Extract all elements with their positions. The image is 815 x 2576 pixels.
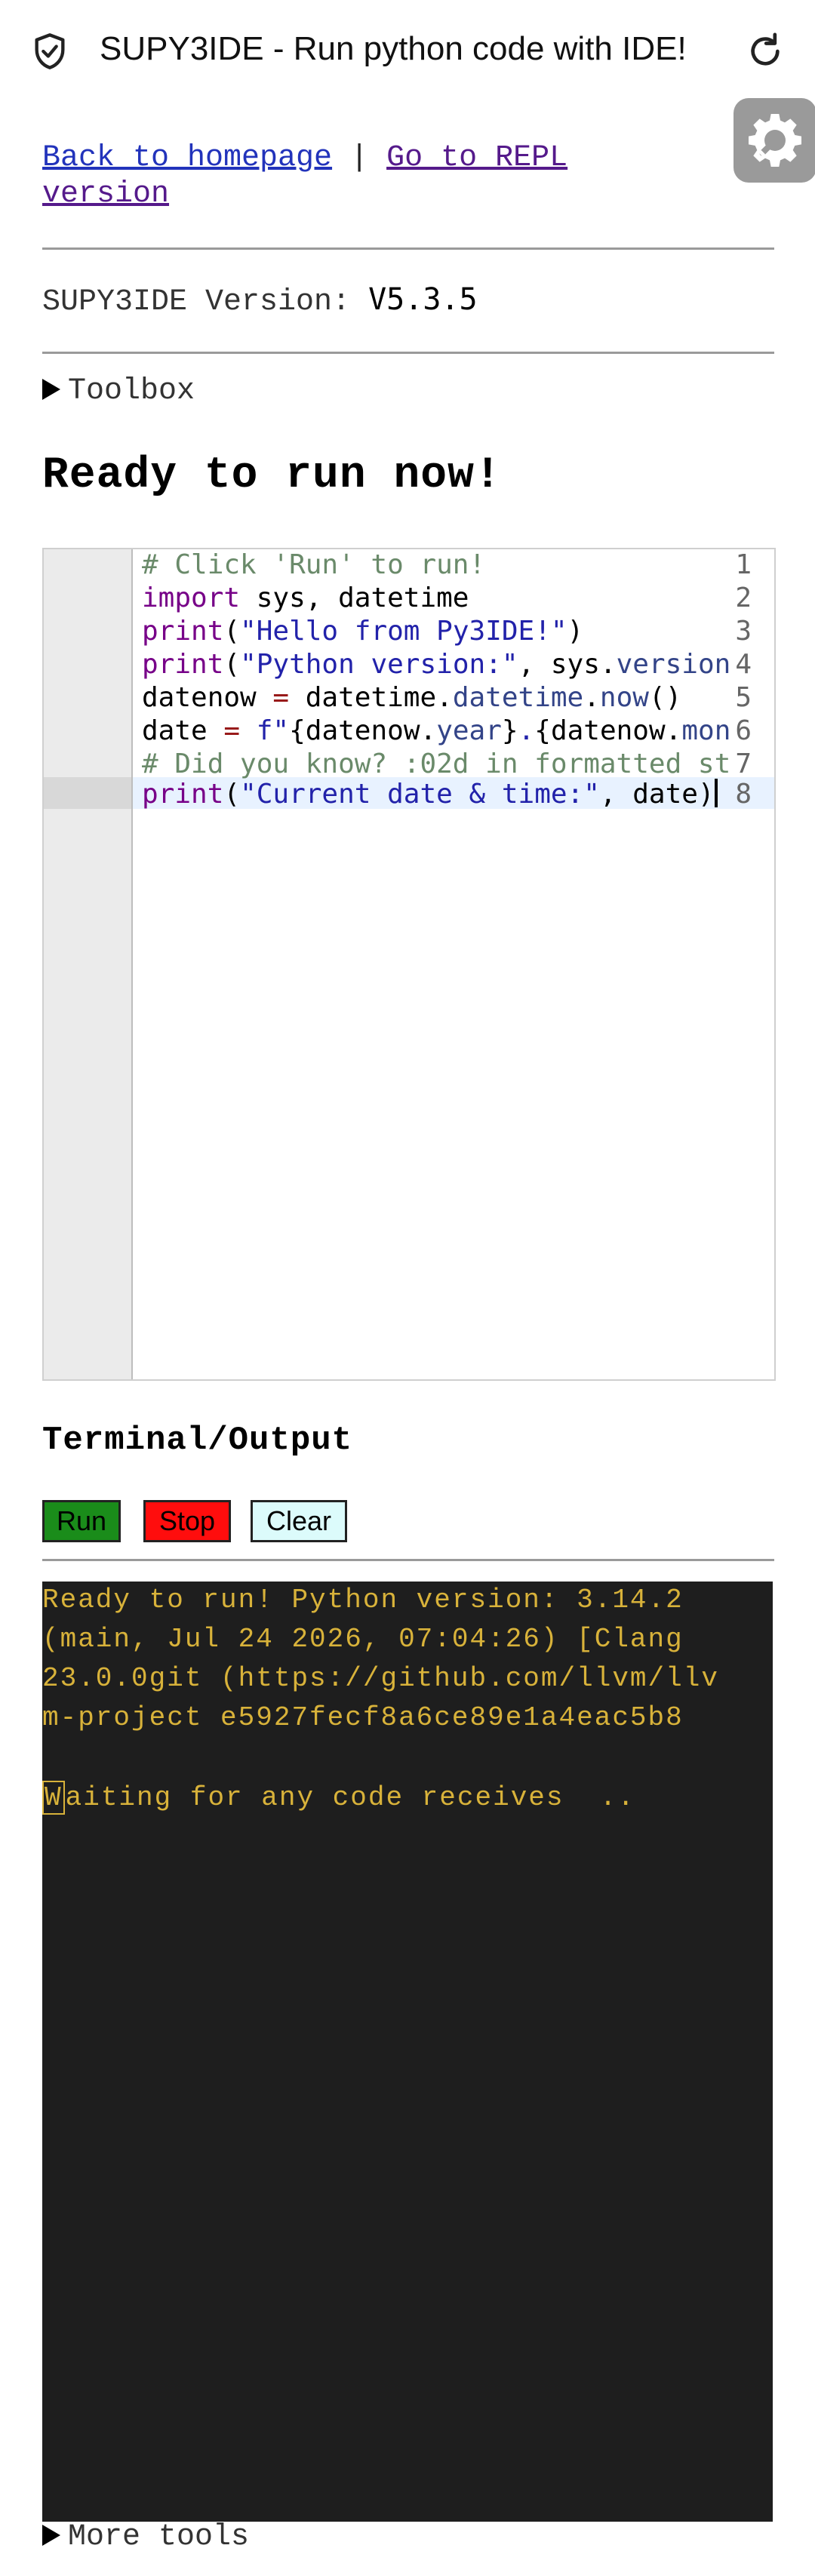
nav-separator: | (332, 141, 387, 175)
gear-icon (749, 114, 801, 167)
code-line[interactable]: datenow = datetime.datetime.now() (142, 682, 681, 713)
line-number: 7 (735, 749, 752, 779)
terminal-output[interactable]: Ready to run! Python version: 3.14.2 (ma… (42, 1582, 773, 2522)
divider (42, 247, 774, 250)
line-number: 4 (735, 649, 752, 680)
clear-button[interactable]: Clear (251, 1500, 347, 1542)
shield-check-icon (35, 33, 65, 69)
output-line: (main, Jul 24 2026, 07:04:26) [Clang (42, 1624, 684, 1655)
toolbox-label: Toolbox (68, 374, 195, 408)
app-bar: SUPY3IDE - Run python code with IDE! (0, 0, 815, 103)
status-heading: Ready to run now! (42, 451, 502, 500)
waiting-text: aiting for any code receives .. (65, 1782, 635, 1813)
code-line[interactable]: print("Current date & time:", date) (142, 779, 718, 810)
line-number: 2 (735, 583, 752, 613)
code-line[interactable]: print("Python version:", sys.version (142, 649, 730, 680)
output-line: Waiting for any code receives .. (42, 1781, 635, 1815)
line-number: 1 (735, 549, 752, 580)
page-title: SUPY3IDE - Run python code with IDE! (100, 30, 687, 67)
terminal-title: Terminal/Output (42, 1422, 353, 1459)
line-number: 6 (735, 715, 752, 746)
version-value: V5.3.5 (368, 282, 478, 317)
more-tools-toggle[interactable]: More tools (42, 2520, 249, 2554)
line-number-gutter (44, 549, 133, 1379)
line-number: 3 (735, 616, 752, 647)
code-line[interactable]: print("Hello from Py3IDE!") (142, 616, 583, 647)
code-line[interactable]: import sys, datetime (142, 583, 469, 613)
code-line[interactable]: # Click 'Run' to run! (142, 549, 485, 580)
code-line[interactable]: date = f"{datenow.year}.{datenow.mon (142, 715, 730, 746)
settings-button[interactable] (734, 98, 815, 183)
reload-icon[interactable] (744, 30, 786, 72)
nav-links: Back to homepage | Go to REPL version (42, 140, 661, 213)
output-line: 23.0.0git (https://github.com/llvm/llv (42, 1663, 719, 1694)
line-number: 5 (735, 682, 752, 713)
divider (42, 1559, 774, 1561)
version-info: SUPY3IDE Version: V5.3.5 (42, 282, 478, 319)
version-label: SUPY3IDE Version: (42, 285, 369, 319)
line-number: 8 (735, 779, 752, 810)
terminal-cursor: W (42, 1781, 65, 1815)
toolbox-toggle[interactable]: Toolbox (42, 374, 195, 408)
stop-button[interactable]: Stop (143, 1500, 231, 1542)
run-button[interactable]: Run (42, 1500, 121, 1542)
output-line: Ready to run! Python version: 3.14.2 (42, 1585, 684, 1615)
code-line[interactable]: # Did you know? :02d in formatted st (142, 749, 730, 779)
code-editor[interactable]: 1 2 3 4 5 6 7 8 # Click 'Run' to run! im… (42, 548, 776, 1381)
disclosure-triangle-icon (42, 2525, 60, 2546)
divider (42, 352, 774, 354)
disclosure-triangle-icon (42, 379, 60, 400)
output-line: m-project e5927fecf8a6ce89e1a4eac5b8 (42, 1702, 684, 1733)
text-cursor (714, 779, 718, 807)
more-tools-label: More tools (68, 2520, 250, 2554)
back-to-homepage-link[interactable]: Back to homepage (42, 141, 332, 175)
active-line-gutter (44, 777, 131, 809)
